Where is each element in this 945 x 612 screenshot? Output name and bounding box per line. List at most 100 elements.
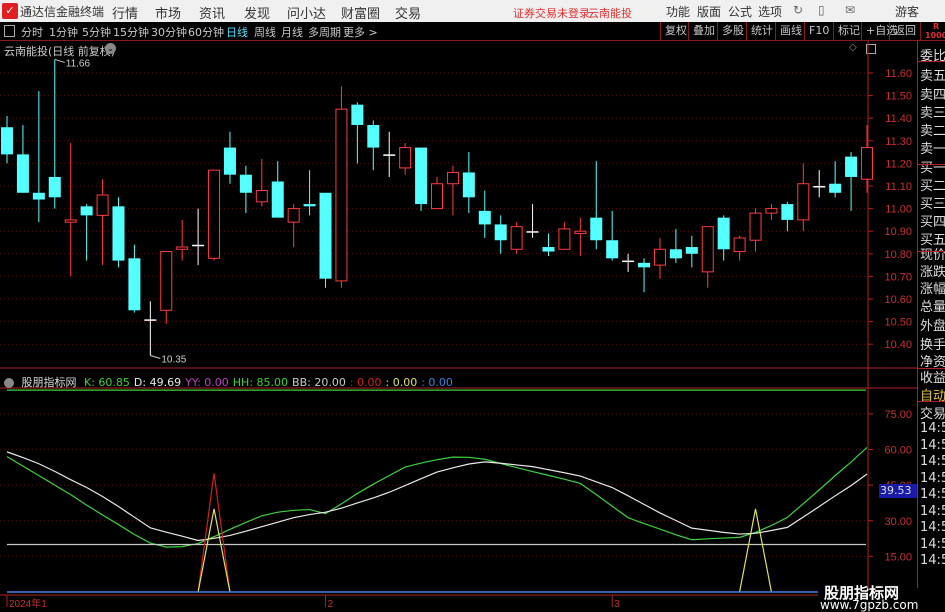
candle-body — [287, 208, 300, 223]
price-marker-arrow — [54, 58, 65, 63]
candle-body — [208, 169, 221, 259]
candle — [176, 219, 189, 261]
period-60min[interactable]: 60分钟 — [188, 24, 224, 40]
candle-body — [526, 231, 539, 233]
period-15min[interactable]: 15分钟 — [113, 24, 149, 40]
tool-draw-line[interactable]: 画线 — [775, 22, 806, 40]
indicator-tick-label: 60.00 — [884, 445, 912, 457]
candle-body — [638, 262, 651, 268]
period-monthly[interactable]: 月线 — [281, 24, 303, 40]
candle-body — [797, 183, 810, 221]
tool-f10[interactable]: F10 — [804, 22, 833, 40]
date-label: 3 — [614, 599, 620, 609]
tool-multi-stock[interactable]: 多股 — [717, 22, 748, 40]
candle — [733, 235, 746, 261]
indicator-line-D — [6, 451, 868, 542]
menu-item-wealth[interactable]: 财富圈 — [341, 3, 380, 22]
period-1min[interactable]: 1分钟 — [49, 24, 78, 40]
max-price-label: 11.66 — [66, 58, 91, 69]
sidebar-row: 涨幅 — [920, 282, 945, 297]
menu-layout[interactable]: 版面 — [697, 3, 721, 20]
price-tick-label: 10.50 — [884, 317, 912, 329]
period-multi[interactable]: 多周期 — [308, 24, 341, 40]
price-tick-label: 10.60 — [884, 294, 912, 306]
tool-statistics[interactable]: 统计 — [746, 22, 777, 40]
candle-body — [335, 108, 348, 282]
menu-item-market[interactable]: 市场 — [155, 3, 181, 22]
stock-name-link[interactable]: 云南能投 — [588, 5, 632, 21]
sidebar-row: 卖二 — [920, 124, 945, 139]
sidebar-row: 买三 — [920, 197, 945, 212]
refresh-icon[interactable]: ↻ — [793, 3, 803, 17]
user-guest[interactable]: 游客 — [895, 3, 919, 20]
sidebar-row: 买二 — [920, 179, 945, 194]
candle — [335, 86, 348, 288]
candle-body — [239, 174, 252, 193]
candle — [781, 201, 794, 232]
app-name: 通达信金融终端 — [20, 5, 105, 19]
candle-body — [319, 192, 332, 279]
candle — [239, 165, 252, 214]
watermark-url: www.7gpzb.com — [820, 598, 919, 612]
menu-item-discover[interactable]: 发现 — [244, 3, 270, 22]
menu-bar: ✓ 通达信金融终端 行情 市场 资讯 发现 问小达 财富圈 交易 证券交易未登录… — [0, 0, 945, 22]
candle-body — [574, 230, 587, 234]
price-tick-label: 10.90 — [884, 226, 912, 238]
candle-body — [255, 190, 268, 203]
candle — [144, 301, 157, 356]
sidebar-row: 总量 — [920, 300, 945, 315]
price-tick-label: 11.40 — [885, 113, 912, 125]
candle — [845, 152, 858, 211]
login-status[interactable]: 证券交易未登录 — [513, 5, 590, 21]
candle — [797, 163, 810, 232]
candle — [223, 131, 236, 184]
candle-body — [494, 224, 507, 241]
period-daily[interactable]: 日线 — [226, 24, 248, 40]
panel-toggle-icon[interactable] — [4, 25, 15, 37]
candle — [112, 197, 125, 268]
chevron-down-icon[interactable] — [4, 378, 14, 388]
candle-body — [558, 228, 571, 250]
indicator-name[interactable]: 股朋指标网 — [22, 376, 77, 389]
menu-item-news[interactable]: 资讯 — [199, 3, 225, 22]
corner-badge-bottom: 1000 — [925, 31, 945, 40]
candle — [510, 222, 523, 254]
candle — [749, 208, 762, 252]
tool-back[interactable]: 返回 — [889, 22, 921, 40]
candle — [558, 222, 571, 250]
period-30min[interactable]: 30分钟 — [151, 24, 187, 40]
kline-chart[interactable]: 11.60 11.50 11.40 11.30 11.20 11.10 11.00 10.90… — [0, 41, 917, 609]
period-weekly[interactable]: 周线 — [254, 24, 276, 40]
candle-body — [32, 192, 45, 200]
menu-function[interactable]: 功能 — [666, 3, 690, 20]
period-5min[interactable]: 5分钟 — [82, 24, 111, 40]
candle — [526, 204, 539, 238]
menu-item-quotes[interactable]: 行情 — [112, 3, 138, 22]
candle — [861, 124, 873, 193]
candle — [96, 179, 109, 266]
sidebar-divider — [918, 368, 945, 369]
trade-time: 14:56 — [920, 536, 945, 552]
candle-body — [845, 156, 858, 177]
menu-item-trade[interactable]: 交易 — [395, 3, 421, 22]
tool-restore-rights[interactable]: 复权 — [660, 22, 691, 40]
candle-body — [431, 183, 443, 210]
menu-formula[interactable]: 公式 — [728, 3, 752, 20]
mail-icon[interactable]: ✉ — [845, 3, 855, 17]
watermark: 股朋指标网 www.7gpzb.com — [818, 584, 945, 612]
menu-options[interactable]: 选项 — [758, 3, 782, 20]
menu-item-ask[interactable]: 问小达 — [287, 3, 326, 22]
candle-body — [367, 124, 380, 148]
price-tick-label: 10.40 — [884, 339, 912, 351]
trade-time: 14:56 — [920, 421, 945, 436]
trade-time: 14:56 — [920, 437, 945, 453]
candle — [446, 165, 459, 216]
tool-mark[interactable]: 标记 — [833, 22, 864, 40]
period-intraday[interactable]: 分时 — [21, 24, 43, 40]
candle-body — [96, 194, 109, 216]
trade-time: 14:56 — [920, 487, 945, 502]
tool-overlay[interactable]: 叠加 — [688, 22, 719, 40]
phone-icon[interactable]: ▯ — [818, 3, 825, 17]
price-tick-label: 11.50 — [885, 91, 912, 103]
period-more[interactable]: 更多 > — [343, 24, 378, 40]
